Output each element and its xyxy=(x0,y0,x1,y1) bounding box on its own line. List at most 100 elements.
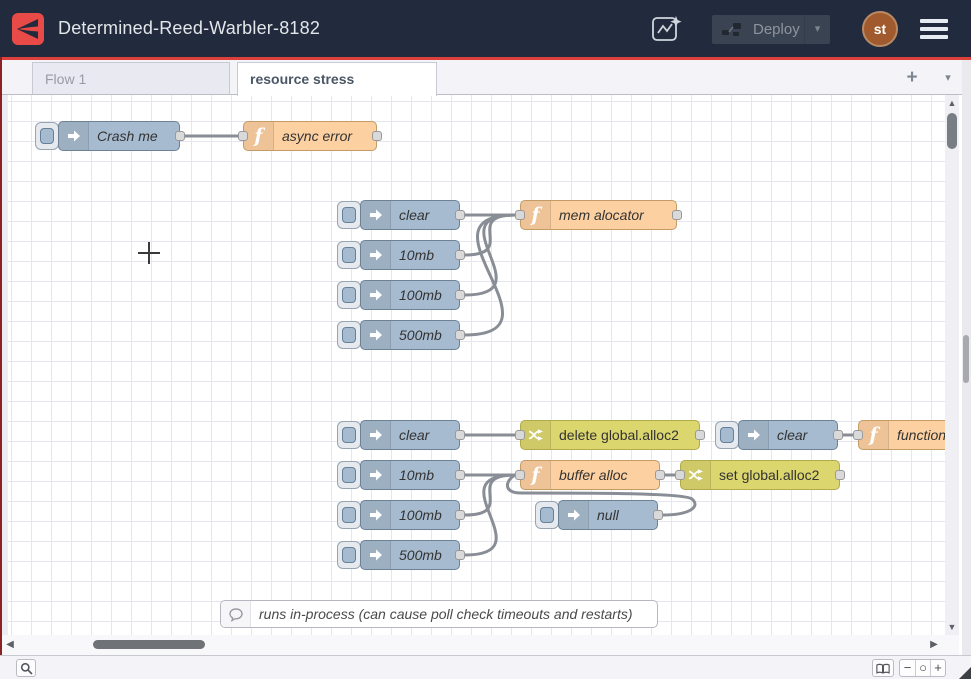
inject-button[interactable] xyxy=(715,421,739,449)
output-port[interactable] xyxy=(655,470,665,480)
inject-node[interactable]: clear xyxy=(738,420,838,450)
output-port[interactable] xyxy=(455,430,465,440)
output-port[interactable] xyxy=(175,131,185,141)
inject-node[interactable]: 500mb xyxy=(360,540,460,570)
inject-button-inner xyxy=(540,507,554,523)
inject-node[interactable]: 10mb xyxy=(360,460,460,490)
inject-node[interactable]: 100mb xyxy=(360,500,460,530)
output-port[interactable] xyxy=(455,210,465,220)
input-port[interactable] xyxy=(675,470,685,480)
function-node[interactable]: fasync error xyxy=(243,121,377,151)
navigator-toggle-button[interactable] xyxy=(872,659,894,677)
browser-scrollbar[interactable] xyxy=(962,60,971,679)
inject-button[interactable] xyxy=(337,461,361,489)
inject-button[interactable] xyxy=(535,501,559,529)
inject-button[interactable] xyxy=(337,541,361,569)
node-label: clear xyxy=(399,421,429,449)
output-port[interactable] xyxy=(455,250,465,260)
input-port[interactable] xyxy=(515,430,525,440)
inject-button[interactable] xyxy=(337,321,361,349)
inject-icon xyxy=(361,321,391,349)
inject-button[interactable] xyxy=(337,281,361,309)
inject-node[interactable]: 10mb xyxy=(360,240,460,270)
output-port[interactable] xyxy=(372,131,382,141)
inject-node[interactable]: clear xyxy=(360,420,460,450)
change-node[interactable]: delete global.alloc2 xyxy=(520,420,700,450)
user-avatar[interactable]: st xyxy=(862,11,898,47)
inject-button[interactable] xyxy=(337,241,361,269)
inject-icon xyxy=(361,461,391,489)
deploy-button[interactable]: Deploy ▾ xyxy=(712,15,830,44)
input-port[interactable] xyxy=(515,470,525,480)
function-node[interactable]: f buffer alloc xyxy=(520,460,660,490)
search-button[interactable] xyxy=(16,659,36,677)
output-port[interactable] xyxy=(672,210,682,220)
horizontal-scroll-thumb[interactable] xyxy=(93,640,205,649)
flowfuse-logo-icon[interactable] xyxy=(12,13,44,45)
inject-icon xyxy=(361,421,391,449)
output-port[interactable] xyxy=(455,470,465,480)
zoom-reset-button[interactable]: ○ xyxy=(915,660,930,676)
add-flow-button[interactable]: + xyxy=(900,66,924,90)
inject-button-inner xyxy=(342,247,356,263)
tab-resource-stress[interactable]: resource stress xyxy=(237,62,437,96)
workspace-tabbar: Flow 1 resource stress + ▾ xyxy=(2,60,971,95)
function-icon: f xyxy=(521,201,551,229)
inject-node[interactable]: 100mb xyxy=(360,280,460,310)
flow-canvas[interactable]: Crash me fasync error clear 10mb 100mb 500mb f… xyxy=(8,95,945,635)
comment-node[interactable]: runs in-process (can cause poll check ti… xyxy=(220,600,658,628)
inject-node[interactable]: null xyxy=(558,500,658,530)
scroll-left-icon[interactable]: ◀ xyxy=(2,635,18,655)
main-menu-icon[interactable] xyxy=(920,19,948,39)
tab-flow-1[interactable]: Flow 1 xyxy=(32,62,230,94)
output-port[interactable] xyxy=(653,510,663,520)
output-port[interactable] xyxy=(455,330,465,340)
change-node[interactable]: set global.alloc2 xyxy=(680,460,840,490)
function-node[interactable]: fmem alocator xyxy=(520,200,677,230)
input-port[interactable] xyxy=(238,131,248,141)
node-label: delete global.alloc2 xyxy=(559,421,679,449)
inject-node[interactable]: Crash me xyxy=(58,121,180,151)
canvas-vertical-scrollbar[interactable]: ▲ ▼ xyxy=(945,95,959,635)
node-label: buffer alloc xyxy=(559,461,627,489)
inject-node[interactable]: clear xyxy=(360,200,460,230)
inject-icon xyxy=(559,501,589,529)
node-label: 500mb xyxy=(399,541,442,569)
output-port[interactable] xyxy=(455,550,465,560)
node-label: 500mb xyxy=(399,321,442,349)
output-port[interactable] xyxy=(455,290,465,300)
scroll-down-icon[interactable]: ▼ xyxy=(945,619,959,635)
canvas-horizontal-scrollbar[interactable]: ◀ ▶ xyxy=(2,635,959,655)
inject-button-inner xyxy=(40,128,54,144)
node-label: 10mb xyxy=(399,461,434,489)
crosshair-cursor xyxy=(138,242,160,264)
inject-button[interactable] xyxy=(337,421,361,449)
input-port[interactable] xyxy=(515,210,525,220)
browser-scroll-thumb[interactable] xyxy=(963,335,969,383)
flow-list-caret-icon[interactable]: ▾ xyxy=(938,66,958,90)
output-port[interactable] xyxy=(455,510,465,520)
window-resize-grip[interactable] xyxy=(959,667,971,679)
function-icon: f xyxy=(521,461,551,489)
scroll-up-icon[interactable]: ▲ xyxy=(945,95,959,111)
node-label: clear xyxy=(777,421,807,449)
ai-assistant-icon[interactable] xyxy=(650,13,684,50)
vertical-scroll-thumb[interactable] xyxy=(947,113,957,149)
output-port[interactable] xyxy=(833,430,843,440)
inject-button[interactable] xyxy=(337,201,361,229)
inject-button-inner xyxy=(342,547,356,563)
inject-button[interactable] xyxy=(337,501,361,529)
scroll-right-icon[interactable]: ▶ xyxy=(926,635,942,655)
input-port[interactable] xyxy=(853,430,863,440)
inject-button[interactable] xyxy=(35,122,59,150)
zoom-out-button[interactable]: − xyxy=(900,660,915,676)
zoom-in-button[interactable]: + xyxy=(930,660,945,676)
output-port[interactable] xyxy=(835,470,845,480)
function-node[interactable]: ffunction xyxy=(858,420,945,450)
inject-icon xyxy=(59,122,89,150)
output-port[interactable] xyxy=(695,430,705,440)
change-icon xyxy=(521,421,551,449)
change-icon xyxy=(681,461,711,489)
inject-node[interactable]: 500mb xyxy=(360,320,460,350)
deploy-options-caret-icon[interactable]: ▾ xyxy=(804,15,830,44)
